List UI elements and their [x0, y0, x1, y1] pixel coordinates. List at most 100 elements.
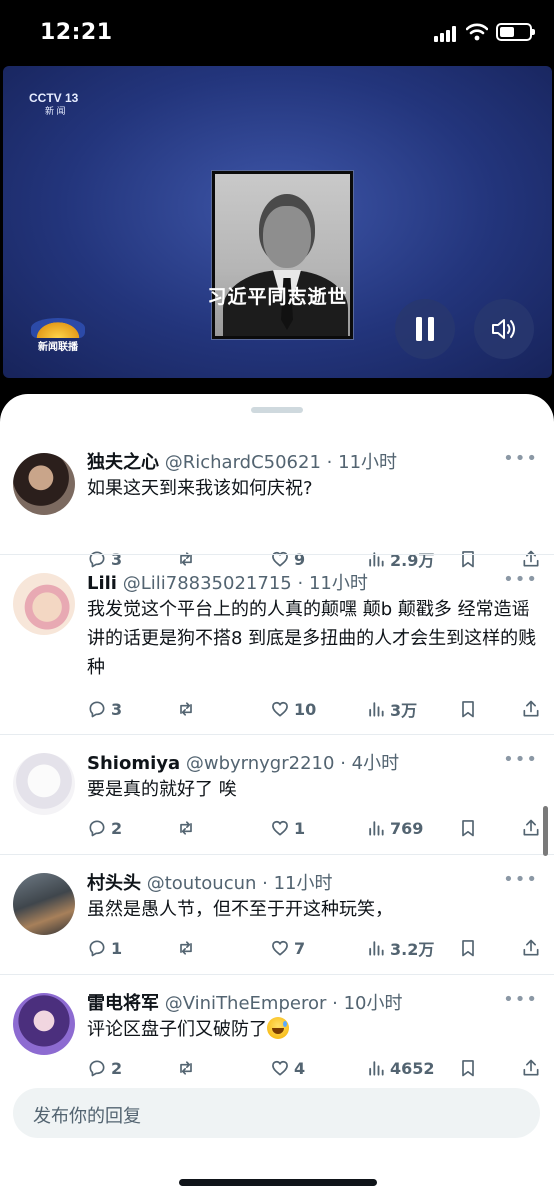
more-options-icon[interactable]: ••• [503, 448, 538, 469]
retweet-icon [180, 702, 192, 716]
reply-count: 1 [111, 938, 123, 958]
user-handle[interactable]: @toutoucun [147, 873, 257, 894]
volume-icon [492, 319, 515, 339]
reply-button[interactable]: 1 [87, 938, 122, 958]
user-handle[interactable]: @RichardC50621 [165, 452, 321, 473]
user-handle[interactable]: @ViniTheEmperor [165, 993, 327, 1014]
status-time: 12:21 [40, 20, 113, 45]
retweet-button[interactable] [176, 1058, 200, 1078]
bookmark-icon [462, 1060, 474, 1077]
separator-dot: · [326, 452, 333, 473]
reply-time[interactable]: 11小时 [274, 873, 333, 894]
reply-button[interactable]: 3 [87, 699, 122, 719]
comment-icon [89, 1060, 105, 1077]
share-button[interactable] [521, 1058, 541, 1078]
pause-button[interactable] [395, 299, 455, 359]
share-button[interactable] [521, 938, 541, 958]
reply-header: 村头头 @toutoucun · 11小时 [87, 869, 504, 895]
reply-item[interactable]: 雷电将军 @ViniTheEmperor · 10小时 ••• 评论区盘子们又破… [0, 974, 554, 1084]
share-icon [523, 700, 539, 717]
view-count: 4652 [390, 1058, 435, 1078]
reply-count: 3 [111, 699, 123, 719]
views-button[interactable]: 3.2万 [366, 936, 434, 960]
grinning-sweat-emoji [267, 1017, 289, 1039]
share-button[interactable] [521, 818, 541, 838]
reply-text: 评论区盘子们又破防了 [87, 1015, 538, 1044]
separator-dot: · [332, 993, 338, 1014]
avatar[interactable] [13, 573, 75, 635]
bookmark-button[interactable] [458, 818, 478, 838]
reply-text: 要是真的就好了 唉 [87, 775, 538, 804]
bookmark-button[interactable] [458, 1058, 478, 1078]
channel-sub-text: 新 闻 [45, 106, 66, 116]
bookmark-icon [462, 701, 474, 718]
reply-item[interactable]: 村头头 @toutoucun · 11小时 ••• 虽然是愚人节，但不至于开这种… [0, 854, 554, 974]
display-name[interactable]: 村头头 [87, 873, 141, 894]
more-options-icon[interactable]: ••• [503, 749, 538, 770]
composer-placeholder: 发布你的回复 [33, 1106, 141, 1127]
reply-text: 虽然是愚人节，但不至于开这种玩笑， [87, 895, 538, 924]
views-button[interactable]: 4652 [366, 1058, 435, 1078]
display-name[interactable]: 雷电将军 [87, 993, 159, 1014]
more-options-icon[interactable]: ••• [503, 989, 538, 1010]
like-button[interactable]: 7 [270, 938, 305, 958]
retweet-icon [180, 941, 192, 955]
reply-text-content: 如果这天到来我该如何庆祝? [87, 478, 313, 499]
share-icon [523, 819, 539, 836]
bookmark-button[interactable] [458, 699, 478, 719]
reply-time[interactable]: 10小时 [344, 993, 403, 1014]
reply-time[interactable]: 11小时 [338, 452, 397, 473]
user-handle[interactable]: @wbyrnygr2210 [186, 753, 335, 774]
replies-sheet[interactable]: 独夫之心 @RichardC50621 · 11小时 ••• 如果这天到来我该如… [0, 394, 554, 1200]
heart-icon [272, 1060, 288, 1076]
reply-text: 如果这天到来我该如何庆祝? [87, 474, 538, 503]
views-chart-icon [369, 821, 384, 836]
separator-dot: · [297, 573, 304, 594]
views-button[interactable]: 769 [366, 818, 423, 838]
reply-item[interactable]: 独夫之心 @RichardC50621 · 11小时 ••• 如果这天到来我该如… [0, 434, 554, 570]
display-name[interactable]: Shiomiya [87, 753, 180, 774]
retweet-button[interactable] [176, 818, 200, 838]
reply-item[interactable]: Shiomiya @wbyrnygr2210 · 4小时 ••• 要是真的就好了… [0, 734, 554, 854]
retweet-icon [180, 1061, 192, 1075]
like-button[interactable]: 4 [270, 1058, 305, 1078]
battery-icon [496, 23, 535, 41]
reply-button[interactable]: 2 [87, 1058, 122, 1078]
avatar[interactable] [13, 993, 75, 1055]
retweet-button[interactable] [176, 938, 200, 958]
scrollbar[interactable] [543, 806, 548, 856]
reply-composer[interactable]: 发布你的回复 [13, 1088, 540, 1138]
avatar[interactable] [13, 453, 75, 515]
action-bar: 2 1 769 [87, 816, 545, 840]
avatar[interactable] [13, 753, 75, 815]
reply-time[interactable]: 4小时 [352, 753, 399, 774]
reply-text-content: 我发觉这个平台上的的人真的颠嘿 颠b 颠戳多 经常造谣 讲的话更是狗不搭8 到底… [87, 599, 537, 678]
display-name[interactable]: 独夫之心 [87, 452, 159, 473]
share-button[interactable] [521, 699, 541, 719]
heart-icon [272, 701, 288, 717]
video-player[interactable]: CCTV 13 新 闻 习近平同志逝世 新闻联播 [3, 66, 552, 378]
home-indicator[interactable] [179, 1179, 377, 1186]
user-handle[interactable]: @Lili78835021715 [123, 573, 292, 594]
program-logo-text: 新闻联播 [38, 342, 78, 353]
view-count: 3万 [390, 701, 418, 720]
volume-button[interactable] [474, 299, 534, 359]
like-button[interactable]: 10 [270, 699, 316, 719]
more-options-icon[interactable]: ••• [503, 569, 538, 590]
reply-item[interactable]: Lili @Lili78835021715 · 11小时 ••• 我发觉这个平台… [0, 554, 554, 734]
comment-icon [89, 701, 105, 718]
bookmark-button[interactable] [458, 938, 478, 958]
reply-count: 2 [111, 818, 123, 838]
display-name[interactable]: Lili [87, 573, 117, 594]
bookmark-icon [462, 820, 474, 837]
like-button[interactable]: 1 [270, 818, 305, 838]
reply-time[interactable]: 11小时 [309, 573, 368, 594]
wifi-icon [466, 23, 488, 41]
views-button[interactable]: 3万 [366, 697, 417, 721]
avatar[interactable] [13, 873, 75, 935]
reply-button[interactable]: 2 [87, 818, 122, 838]
more-options-icon[interactable]: ••• [503, 869, 538, 890]
retweet-button[interactable] [176, 699, 200, 719]
reply-text-content: 评论区盘子们又破防了 [87, 1019, 267, 1040]
sheet-drag-handle[interactable] [251, 407, 303, 413]
